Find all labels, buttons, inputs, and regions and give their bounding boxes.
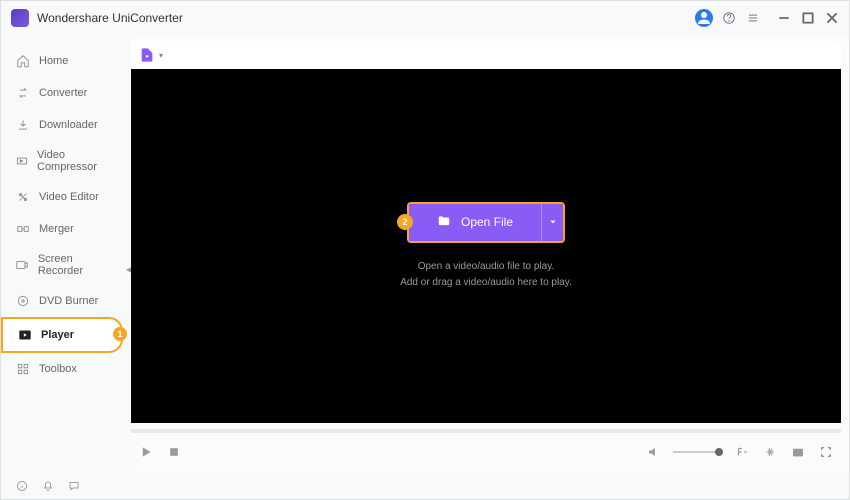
notification-icon[interactable] [41,479,55,493]
sidebar-item-dvd[interactable]: DVD Burner [1,285,129,317]
sidebar-item-label: Toolbox [39,363,77,375]
volume-slider[interactable] [673,451,723,453]
recorder-icon [15,257,30,273]
info-icon[interactable] [15,479,29,493]
dvd-icon [15,293,31,309]
subtitle-icon[interactable] [733,443,751,461]
sidebar: Home Converter Downloader Video Compress… [1,35,129,473]
titlebar: Wondershare UniConverter [1,1,849,35]
sidebar-item-label: Screen Recorder [38,253,115,277]
app-title: Wondershare UniConverter [37,11,183,25]
open-file-label: Open File [461,215,513,229]
open-file-group: Open File [407,202,565,243]
open-file-dropdown[interactable] [541,204,563,241]
toolbar: ▾ [131,41,841,69]
merger-icon [15,221,31,237]
sidebar-item-editor[interactable]: Video Editor [1,181,129,213]
sidebar-item-label: Home [39,55,68,67]
home-icon [15,53,31,69]
annotation-badge-1: 1 [113,327,127,341]
audio-track-icon[interactable] [761,443,779,461]
menu-icon[interactable] [745,10,761,26]
play-icon[interactable] [137,443,155,461]
close-icon[interactable] [825,11,839,25]
add-file-button[interactable]: ▾ [139,47,163,63]
player-controls [131,437,841,467]
player-icon [17,327,33,343]
sidebar-item-label: Player [41,329,74,341]
sidebar-item-merger[interactable]: Merger [1,213,129,245]
progress-bar[interactable] [131,429,841,433]
player-hint: Open a video/audio file to play. Add or … [400,259,572,291]
chevron-down-icon: ▾ [159,51,163,60]
stop-icon[interactable] [165,443,183,461]
minimize-icon[interactable] [777,11,791,25]
downloader-icon [15,117,31,133]
sidebar-item-home[interactable]: Home [1,45,129,77]
toolbox-icon [15,361,31,377]
maximize-icon[interactable] [801,11,815,25]
editor-icon [15,189,31,205]
converter-icon [15,85,31,101]
open-file-button[interactable]: Open File [409,204,541,241]
footer [1,473,849,499]
sidebar-item-label: Video Compressor [37,149,115,173]
sidebar-item-player[interactable]: Player 1 [1,317,123,353]
sidebar-item-label: Converter [39,87,87,99]
feedback-icon[interactable] [67,479,81,493]
user-avatar-icon[interactable] [695,9,713,27]
sidebar-item-label: Downloader [39,119,98,131]
fullscreen-icon[interactable] [817,443,835,461]
compressor-icon [15,153,29,169]
sidebar-item-toolbox[interactable]: Toolbox [1,353,129,385]
sidebar-item-compressor[interactable]: Video Compressor [1,141,129,181]
app-logo [11,9,29,27]
player-viewport[interactable]: 2 Open File Open a video/audio file to p… [131,69,841,423]
sidebar-item-recorder[interactable]: Screen Recorder [1,245,129,285]
volume-icon[interactable] [645,443,663,461]
sidebar-item-label: Merger [39,223,74,235]
sidebar-item-label: Video Editor [39,191,99,203]
sidebar-item-downloader[interactable]: Downloader [1,109,129,141]
main-panel: ▾ 2 Open File [129,35,849,473]
hint-line1: Open a video/audio file to play. [400,259,572,275]
folder-icon [437,214,451,231]
hint-line2: Add or drag a video/audio here to play. [400,275,572,291]
screenshot-icon[interactable] [789,443,807,461]
sidebar-item-label: DVD Burner [39,295,98,307]
help-icon[interactable] [721,10,737,26]
sidebar-item-converter[interactable]: Converter [1,77,129,109]
annotation-badge-2: 2 [397,214,413,230]
